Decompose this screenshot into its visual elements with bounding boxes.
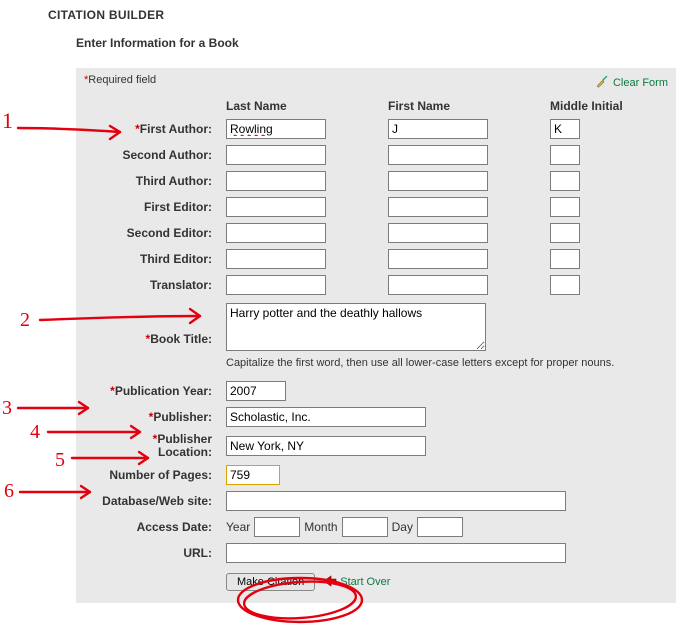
db-site-input[interactable]: [226, 491, 566, 511]
second-editor-first[interactable]: [388, 223, 488, 243]
publisher-input[interactable]: [226, 407, 426, 427]
label-url: URL:: [84, 546, 214, 560]
third-author-last[interactable]: [226, 171, 326, 191]
access-year-label: Year: [226, 520, 250, 534]
start-over-link[interactable]: Start Over: [323, 575, 390, 590]
broom-icon: [595, 74, 609, 91]
label-second-author: Second Author:: [84, 148, 214, 162]
label-pub-year: *Publication Year:: [84, 384, 214, 398]
pub-loc-input[interactable]: [226, 436, 426, 456]
third-editor-first[interactable]: [388, 249, 488, 269]
second-author-last[interactable]: [226, 145, 326, 165]
label-publisher: *Publisher:: [84, 410, 214, 424]
third-author-first[interactable]: [388, 171, 488, 191]
first-editor-last[interactable]: [226, 197, 326, 217]
col-firstname: First Name: [388, 99, 538, 113]
third-editor-last[interactable]: [226, 249, 326, 269]
label-access-date: Access Date:: [84, 520, 214, 534]
make-citation-button[interactable]: Make Citation: [226, 573, 315, 591]
label-second-editor: Second Editor:: [84, 226, 214, 240]
access-month-input[interactable]: [342, 517, 388, 537]
second-author-first[interactable]: [388, 145, 488, 165]
label-first-author: *First Author:: [84, 122, 214, 136]
back-arrow-icon: [323, 575, 337, 590]
num-pages-input[interactable]: [226, 465, 280, 485]
access-day-label: Day: [392, 520, 413, 534]
pub-year-input[interactable]: [226, 381, 286, 401]
first-author-mid[interactable]: [550, 119, 580, 139]
second-editor-mid[interactable]: [550, 223, 580, 243]
translator-last[interactable]: [226, 275, 326, 295]
book-title-hint: Capitalize the first word, then use all …: [226, 357, 668, 369]
required-note: *Required field: [84, 74, 156, 86]
label-first-editor: First Editor:: [84, 200, 214, 214]
first-editor-first[interactable]: [388, 197, 488, 217]
label-book-title: *Book Title:: [84, 332, 214, 346]
label-third-author: Third Author:: [84, 174, 214, 188]
page-title: CITATION BUILDER: [48, 8, 695, 22]
first-author-last[interactable]: [226, 119, 326, 139]
page-subtitle: Enter Information for a Book: [76, 36, 695, 50]
label-third-editor: Third Editor:: [84, 252, 214, 266]
translator-mid[interactable]: [550, 275, 580, 295]
book-title-input[interactable]: Harry potter and the deathly hallows: [226, 303, 486, 351]
label-db-site: Database/Web site:: [84, 494, 214, 508]
clear-form-link[interactable]: Clear Form: [595, 74, 668, 91]
access-year-input[interactable]: [254, 517, 300, 537]
label-pub-loc: *PublisherLocation:: [84, 433, 214, 459]
translator-first[interactable]: [388, 275, 488, 295]
access-month-label: Month: [304, 520, 337, 534]
url-input[interactable]: [226, 543, 566, 563]
access-day-input[interactable]: [417, 517, 463, 537]
second-editor-last[interactable]: [226, 223, 326, 243]
label-num-pages: Number of Pages:: [84, 468, 214, 482]
col-lastname: Last Name: [226, 99, 376, 113]
label-translator: Translator:: [84, 278, 214, 292]
first-editor-mid[interactable]: [550, 197, 580, 217]
first-author-first[interactable]: [388, 119, 488, 139]
col-middle: Middle Initial: [550, 99, 645, 113]
third-editor-mid[interactable]: [550, 249, 580, 269]
second-author-mid[interactable]: [550, 145, 580, 165]
third-author-mid[interactable]: [550, 171, 580, 191]
citation-form: *Required field Clear Form Last Name Fir…: [76, 68, 676, 603]
